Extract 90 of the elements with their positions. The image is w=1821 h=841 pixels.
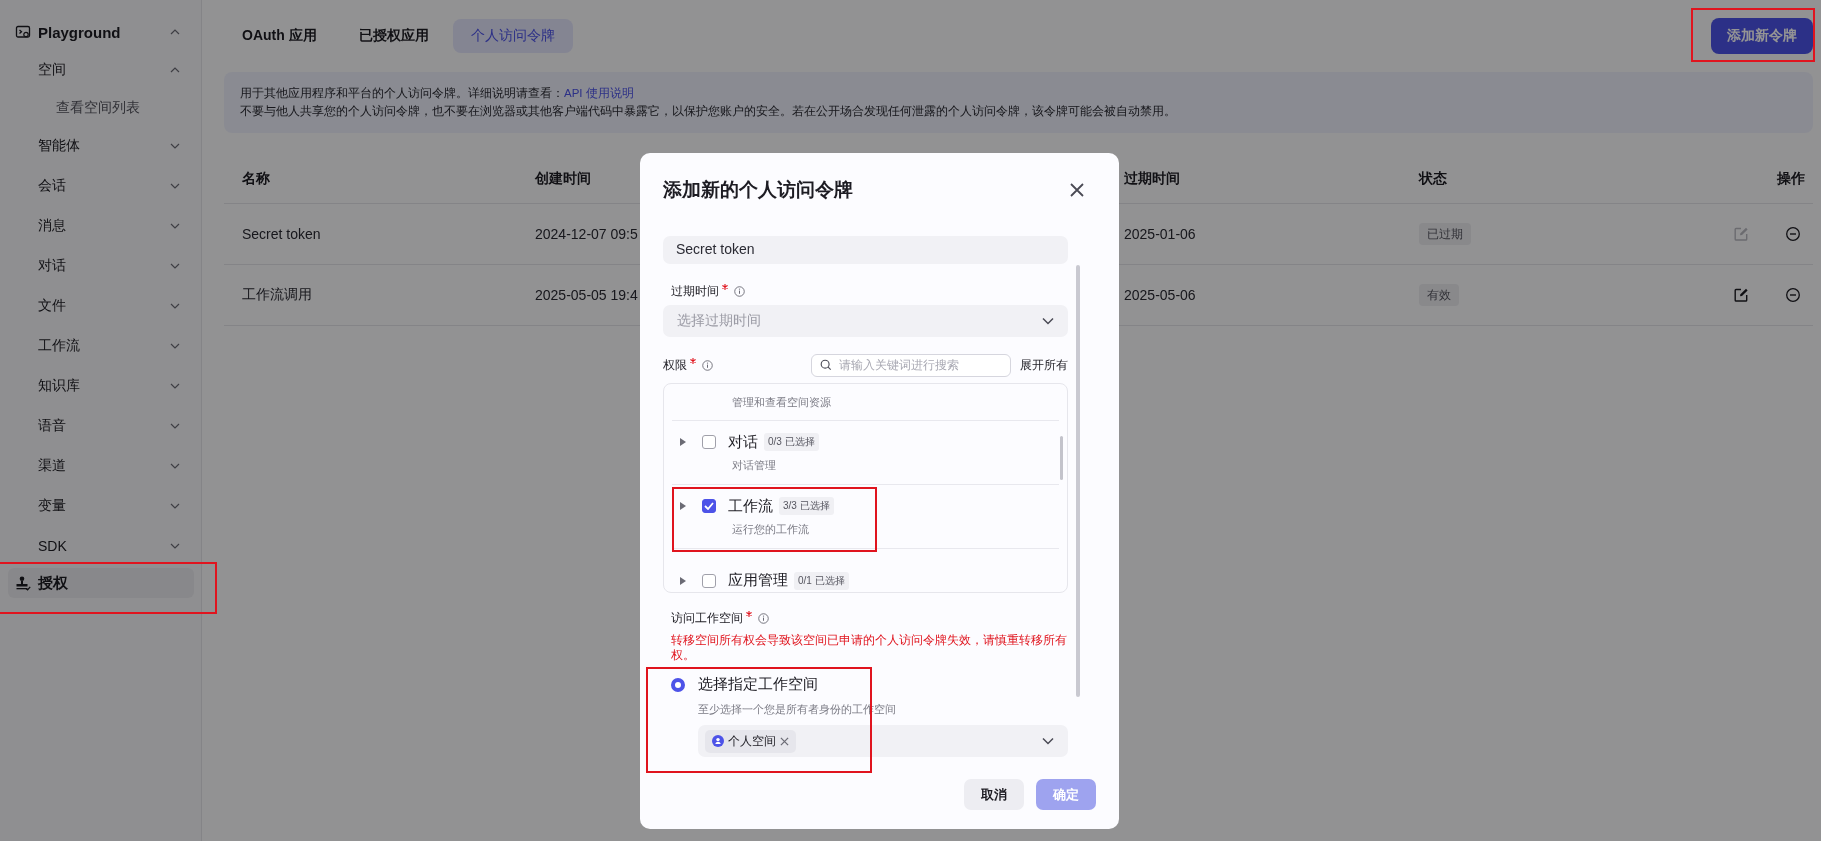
chevron-down-icon [170,503,180,509]
chevron-down-icon [170,463,180,469]
selected-count-badge: 0/1 已选择 [794,571,849,590]
search-field[interactable]: 请输入关键词进行搜索 [811,353,1011,377]
sidebar-item[interactable]: 查看空间列表 [8,90,194,126]
workspace-select[interactable]: 个人空间 [698,725,1068,757]
chevron-down-icon [170,303,180,309]
status-badge: 已过期 [1419,223,1471,245]
field-label: 权限 [663,356,687,374]
permission-title: 应用管理 [728,571,788,590]
chevron-down-icon [170,543,180,549]
name-input[interactable]: Secret token [663,236,1068,264]
sidebar-item[interactable]: 语音 [8,406,194,446]
banner-text: 不要与他人共享您的个人访问令牌，也不要在浏览器或其他客户端代码中暴露它，以保护您账户的安全。若在公开场合发现任何泄露的个人访问令牌，该令牌可能会被自动禁用。 [240,104,1177,119]
permission-description: 对话管理 [732,457,777,473]
edit-icon[interactable] [1733,287,1749,303]
sidebar-item[interactable]: 渠道 [8,446,194,486]
chevron-down-icon [170,183,180,189]
caret-icon[interactable] [680,502,686,510]
table-cell: 2025-01-06 [1124,226,1196,242]
caret-icon[interactable] [680,438,686,446]
sidebar-item[interactable]: 智能体 [8,126,194,166]
permission-title: 对话 [728,432,758,452]
api-docs-link[interactable]: API 使用说明 [564,87,634,99]
table-cell: 2025-05-06 [1124,287,1196,303]
column-header: 过期时间 [1124,170,1181,188]
sidebar-item[interactable]: 文件 [8,286,194,326]
tab[interactable]: 个人访问令牌 [452,19,573,53]
sidebar-item[interactable]: 授权 [8,568,194,598]
chevron-down-icon [1042,737,1054,745]
sidebar-item[interactable]: 空间 [8,50,194,90]
search-icon [820,359,832,371]
caret-icon[interactable] [680,576,686,585]
column-header: 创建时间 [535,170,592,188]
table-cell: 2024-12-07 09:5 [535,226,638,242]
warning-text: 转移空间所有权会导致该空间已申请的个人访问令牌失效，请慎重转移所有权。 [670,633,1068,663]
user-icon [712,735,724,747]
chevron-down-icon [170,343,180,349]
sidebar-item[interactable]: Playground [8,14,194,50]
table-cell: 工作流调用 [242,286,312,304]
table-cell: 2025-05-05 19:4 [535,287,638,303]
radio-label: 选择指定工作空间 [698,675,818,694]
selected-count-badge: 0/3 已选择 [764,433,819,451]
status-badge: 有效 [1419,284,1459,306]
chevron-up-icon [170,29,180,35]
chevron-down-icon [170,263,180,269]
tab[interactable]: 已授权应用 [340,19,447,53]
checkbox[interactable] [702,499,716,513]
field-label: 过期时间 [671,282,719,300]
column-header: 操作 [1776,170,1806,188]
chevron-down-icon [170,423,180,429]
sidebar-item[interactable]: 消息 [8,206,194,246]
info-icon [758,612,769,624]
dialog-title: 添加新的个人访问令牌 [663,178,853,202]
checkbox[interactable] [702,435,716,449]
close-icon[interactable] [780,736,789,746]
terminal-icon [15,24,31,40]
chevron-down-icon [170,223,180,229]
expand-all-button[interactable]: 展开所有 [1011,356,1068,374]
permission-title: 工作流 [728,496,773,516]
tab[interactable]: OAuth 应用 [224,19,335,53]
cancel-button[interactable]: 取消 [964,779,1024,810]
remove-icon[interactable] [1785,287,1801,303]
info-icon [734,285,745,297]
chevron-down-icon [170,143,180,149]
radio-button[interactable] [671,677,685,692]
sidebar-item[interactable]: 知识库 [8,366,194,406]
permission-description: 运行您的工作流 [732,521,810,537]
sidebar-item[interactable]: 对话 [8,246,194,286]
column-header: 名称 [242,170,271,188]
sidebar-item[interactable]: 变量 [8,486,194,526]
field-label: 访问工作空间 [671,609,743,627]
close-icon[interactable] [1070,183,1084,197]
add-token-button[interactable]: 添加新令牌 [1711,18,1813,54]
checkbox[interactable] [702,573,716,588]
chevron-up-icon [170,67,180,73]
tag-label: 个人空间 [728,732,776,750]
stamp-icon [15,575,31,591]
column-header: 状态 [1419,170,1448,188]
sidebar-item[interactable]: SDK [8,526,194,566]
selected-count-badge: 3/3 已选择 [779,497,834,515]
chevron-down-icon [170,383,180,389]
banner-text: 用于其他应用程序和平台的个人访问令牌。详细说明请查看：API 使用说明 [240,86,635,101]
info-icon [702,359,713,371]
chevron-down-icon [1042,317,1054,325]
remove-icon[interactable] [1785,226,1801,242]
sidebar-item[interactable]: 工作流 [8,326,194,366]
permission-description: 管理和查看空间资源 [732,394,832,410]
sidebar-item[interactable]: 会话 [8,166,194,206]
table-cell: Secret token [242,226,321,242]
